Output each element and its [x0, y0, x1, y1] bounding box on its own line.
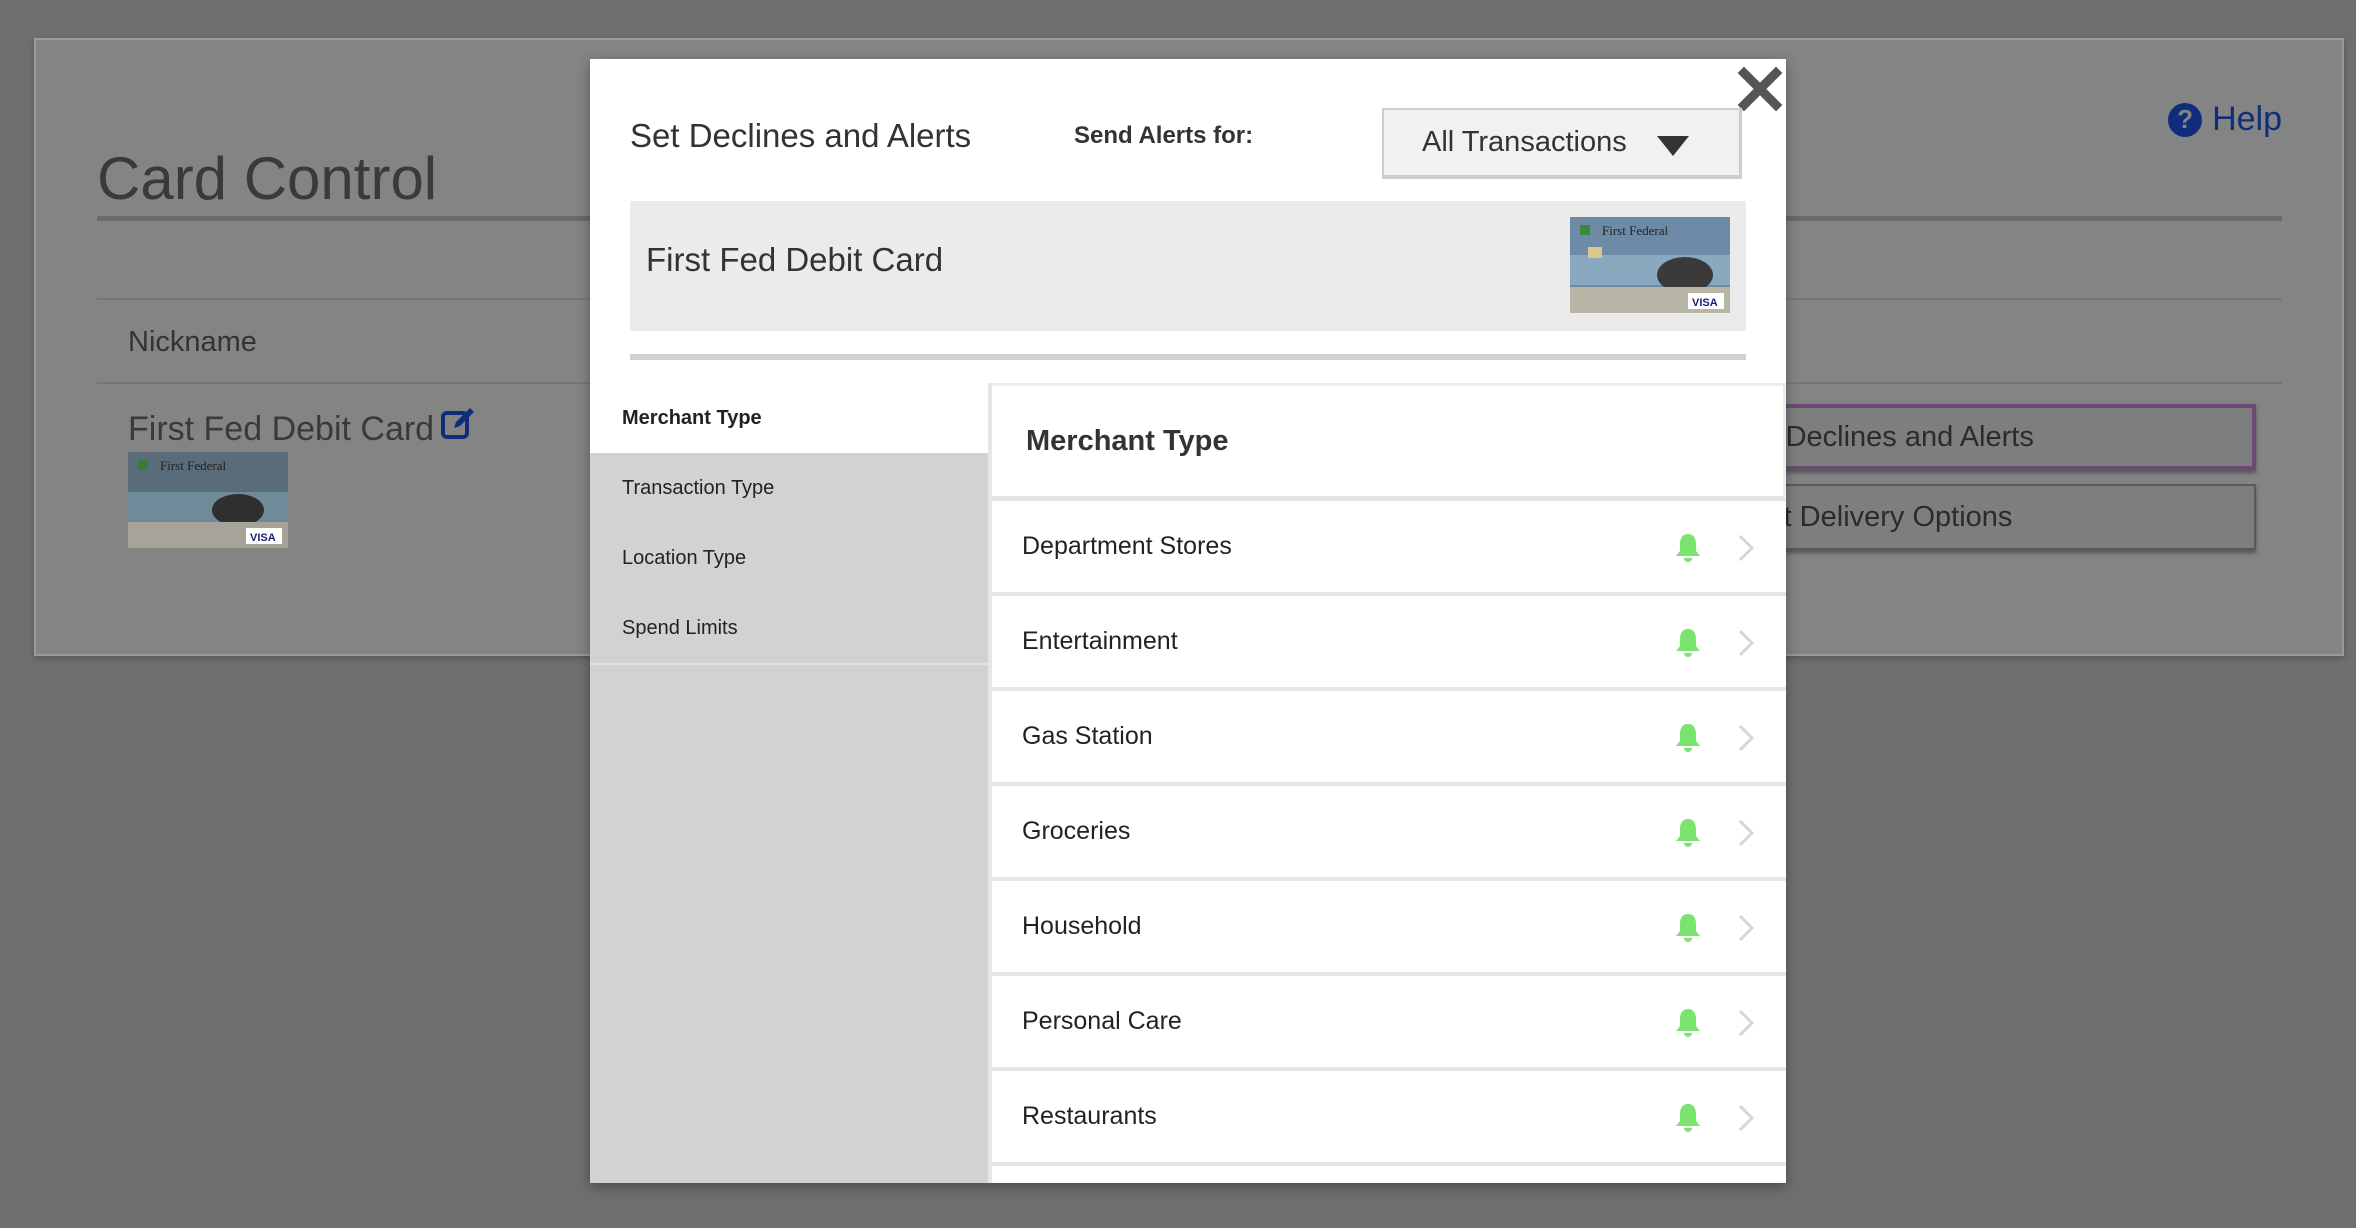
nav-item-spend-limits[interactable]: Spend Limits: [590, 593, 990, 663]
caret-down-icon: [1657, 136, 1689, 156]
help-link[interactable]: ? Help: [2168, 100, 2282, 139]
merchant-row-household[interactable]: Household: [992, 881, 1786, 976]
help-label: Help: [2212, 100, 2282, 138]
help-icon: ?: [2168, 102, 2203, 137]
chevron-right-icon: [1738, 914, 1755, 942]
chevron-right-icon: [1738, 534, 1755, 562]
send-alerts-select[interactable]: All Transactions: [1382, 108, 1742, 179]
send-alerts-value: All Transactions: [1422, 126, 1627, 158]
close-icon[interactable]: [1736, 65, 1784, 113]
selected-card-name: First Fed Debit Card: [646, 241, 944, 278]
merchant-row-groceries[interactable]: Groceries: [992, 786, 1786, 881]
merchant-label: Gas Station: [1022, 722, 1153, 750]
category-nav: Merchant Type Transaction Type Location …: [590, 383, 990, 1183]
page-title: Card Control: [97, 145, 438, 212]
nav-divider: [590, 663, 990, 665]
merchant-label: Personal Care: [1022, 1007, 1182, 1035]
selected-card-banner: First Fed Debit Card First Federal VISA: [630, 201, 1746, 331]
card-image: First Federal VISA: [1570, 217, 1730, 313]
chevron-right-icon: [1738, 819, 1755, 847]
merchant-label: Groceries: [1022, 817, 1131, 845]
merchant-label: Department Stores: [1022, 532, 1232, 560]
card-thumbnail: First Federal VISA: [128, 452, 288, 548]
bell-icon: [1676, 819, 1700, 847]
section-title: Merchant Type: [992, 383, 1786, 501]
bell-icon: [1676, 914, 1700, 942]
card-nickname: First Fed Debit Card: [128, 410, 435, 448]
merchant-label: Household: [1022, 912, 1142, 940]
svg-text:First Federal: First Federal: [1602, 223, 1668, 238]
bell-icon: [1676, 724, 1700, 752]
edit-icon[interactable]: [440, 406, 476, 442]
nav-item-transaction-type[interactable]: Transaction Type: [590, 453, 990, 523]
bell-icon: [1676, 1104, 1700, 1132]
chevron-right-icon: [1738, 724, 1755, 752]
set-declines-modal: Set Declines and Alerts Send Alerts for:…: [590, 59, 1786, 1183]
merchant-label: Entertainment: [1022, 627, 1178, 655]
banner-divider: [630, 354, 1746, 360]
chevron-right-icon: [1738, 629, 1755, 657]
svg-text:First Federal: First Federal: [160, 458, 226, 473]
send-alerts-label: Send Alerts for:: [1074, 122, 1254, 149]
bell-icon: [1676, 629, 1700, 657]
merchant-row-entertainment[interactable]: Entertainment: [992, 596, 1786, 691]
bell-icon: [1676, 534, 1700, 562]
merchant-row-gas-station[interactable]: Gas Station: [992, 691, 1786, 786]
bell-icon: [1676, 1009, 1700, 1037]
modal-title: Set Declines and Alerts: [630, 117, 972, 154]
svg-text:VISA: VISA: [250, 532, 276, 544]
nickname-column-header: Nickname: [128, 326, 257, 358]
nav-item-location-type[interactable]: Location Type: [590, 523, 990, 593]
nav-item-merchant-type[interactable]: Merchant Type: [590, 383, 990, 453]
merchant-row-department-stores[interactable]: Department Stores: [992, 501, 1786, 596]
chevron-right-icon: [1738, 1104, 1755, 1132]
merchant-row-personal-care[interactable]: Personal Care: [992, 976, 1786, 1071]
svg-text:VISA: VISA: [1692, 297, 1718, 309]
merchant-row-restaurants[interactable]: Restaurants: [992, 1071, 1786, 1166]
merchant-label: Restaurants: [1022, 1102, 1157, 1130]
merchant-type-panel: Merchant Type Department Stores Entertai…: [988, 383, 1786, 1183]
chevron-right-icon: [1738, 1009, 1755, 1037]
